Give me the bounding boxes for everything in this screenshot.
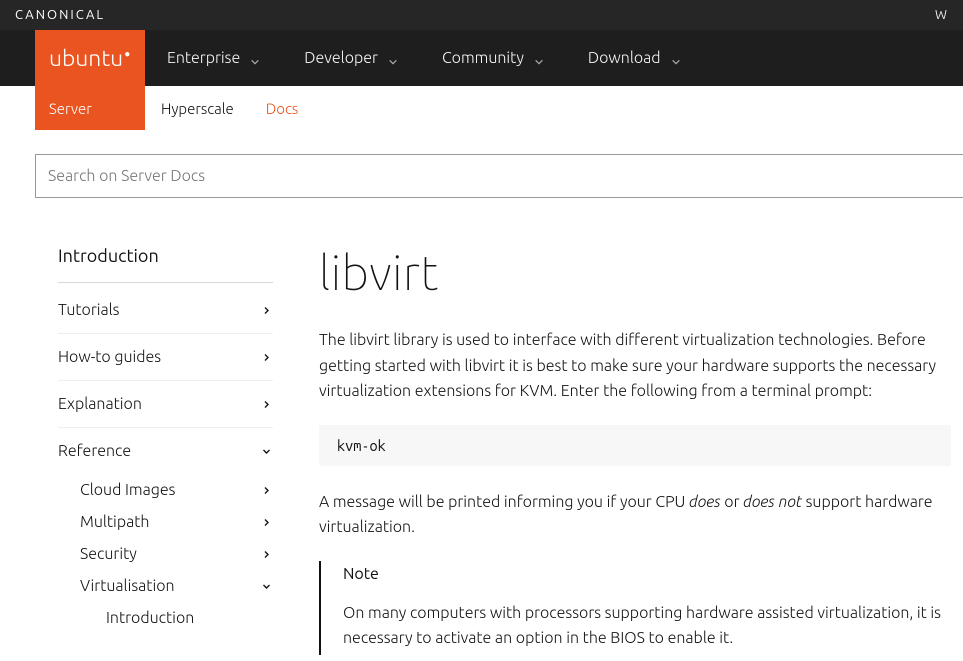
chevron-right-icon bbox=[262, 518, 271, 527]
chevron-right-icon bbox=[262, 486, 271, 495]
sidebar-item-explanation[interactable]: Explanation bbox=[58, 381, 273, 428]
sidebar-sub-virtualisation[interactable]: Virtualisation bbox=[58, 570, 273, 602]
sidebar: Introduction Tutorials How-to guides Exp… bbox=[58, 246, 273, 655]
sidebar-item-reference[interactable]: Reference bbox=[58, 428, 273, 474]
sidebar-item-label: Multipath bbox=[80, 513, 149, 531]
chevron-right-icon bbox=[262, 306, 271, 315]
sidebar-sub-cloud-images[interactable]: Cloud Images bbox=[58, 474, 273, 506]
sidebar-leaf-introduction[interactable]: Introduction bbox=[58, 602, 273, 634]
sidebar-item-label: Reference bbox=[58, 442, 131, 460]
nav-label: Download bbox=[588, 49, 661, 67]
chevron-down-icon bbox=[250, 53, 260, 63]
emphasis: does not bbox=[743, 493, 802, 511]
nav-community[interactable]: Community bbox=[420, 30, 566, 86]
chevron-down-icon bbox=[671, 53, 681, 63]
chevron-down-icon bbox=[388, 53, 398, 63]
sidebar-item-label: Introduction bbox=[106, 609, 194, 627]
canonical-top-bar: CANONICAL W bbox=[0, 0, 963, 30]
nav-enterprise[interactable]: Enterprise bbox=[145, 30, 282, 86]
nav-label: Enterprise bbox=[167, 49, 240, 67]
page-title: libvirt bbox=[319, 246, 951, 300]
sidebar-item-label: Cloud Images bbox=[80, 481, 175, 499]
chevron-right-icon bbox=[262, 550, 271, 559]
subnav-label: Hyperscale bbox=[161, 100, 234, 117]
sidebar-sub-multipath[interactable]: Multipath bbox=[58, 506, 273, 538]
chevron-down-icon bbox=[534, 53, 544, 63]
chevron-down-icon bbox=[262, 582, 271, 591]
ubuntu-circle-icon: ● bbox=[124, 48, 130, 59]
content-area: Introduction Tutorials How-to guides Exp… bbox=[0, 198, 963, 655]
sub-nav: Server Hyperscale Docs bbox=[0, 86, 963, 130]
search-container bbox=[0, 130, 963, 198]
nav-download[interactable]: Download bbox=[566, 30, 703, 86]
chevron-down-icon bbox=[262, 447, 271, 456]
ubuntu-logo[interactable]: ubuntu● bbox=[35, 30, 145, 86]
text-fragment: or bbox=[721, 493, 743, 511]
chevron-right-icon bbox=[262, 353, 271, 362]
chevron-right-icon bbox=[262, 400, 271, 409]
top-right-fragment: W bbox=[935, 8, 948, 22]
nav-label: Community bbox=[442, 49, 524, 67]
sidebar-sub-security[interactable]: Security bbox=[58, 538, 273, 570]
sidebar-item-howto[interactable]: How-to guides bbox=[58, 334, 273, 381]
emphasis: does bbox=[689, 493, 721, 511]
intro-paragraph: The libvirt library is used to interface… bbox=[319, 328, 951, 405]
result-paragraph: A message will be printed informing you … bbox=[319, 490, 951, 541]
subnav-label: Server bbox=[49, 100, 92, 117]
sidebar-heading[interactable]: Introduction bbox=[58, 246, 273, 283]
main-nav: ubuntu● Enterprise Developer Community D… bbox=[0, 30, 963, 86]
sidebar-item-label: Explanation bbox=[58, 395, 142, 413]
note-box: Note On many computers with processors s… bbox=[319, 561, 951, 655]
nav-label: Developer bbox=[304, 49, 378, 67]
subnav-docs[interactable]: Docs bbox=[250, 86, 315, 130]
search-input[interactable] bbox=[35, 154, 963, 198]
nav-developer[interactable]: Developer bbox=[282, 30, 420, 86]
subnav-hyperscale[interactable]: Hyperscale bbox=[145, 86, 250, 130]
code-block-kvm-ok: kvm-ok bbox=[319, 425, 951, 466]
note-body: On many computers with processors suppor… bbox=[343, 601, 951, 651]
canonical-brand[interactable]: CANONICAL bbox=[15, 8, 105, 22]
main-content: libvirt The libvirt library is used to i… bbox=[319, 246, 963, 655]
note-title: Note bbox=[343, 565, 951, 583]
sidebar-item-label: Tutorials bbox=[58, 301, 120, 319]
logo-text: ubuntu bbox=[49, 46, 123, 71]
sidebar-item-label: Virtualisation bbox=[80, 577, 175, 595]
sidebar-item-label: Security bbox=[80, 545, 137, 563]
subnav-server[interactable]: Server bbox=[35, 86, 145, 130]
sidebar-item-tutorials[interactable]: Tutorials bbox=[58, 287, 273, 334]
subnav-label: Docs bbox=[266, 100, 299, 117]
sidebar-item-label: How-to guides bbox=[58, 348, 161, 366]
text-fragment: A message will be printed informing you … bbox=[319, 493, 689, 511]
